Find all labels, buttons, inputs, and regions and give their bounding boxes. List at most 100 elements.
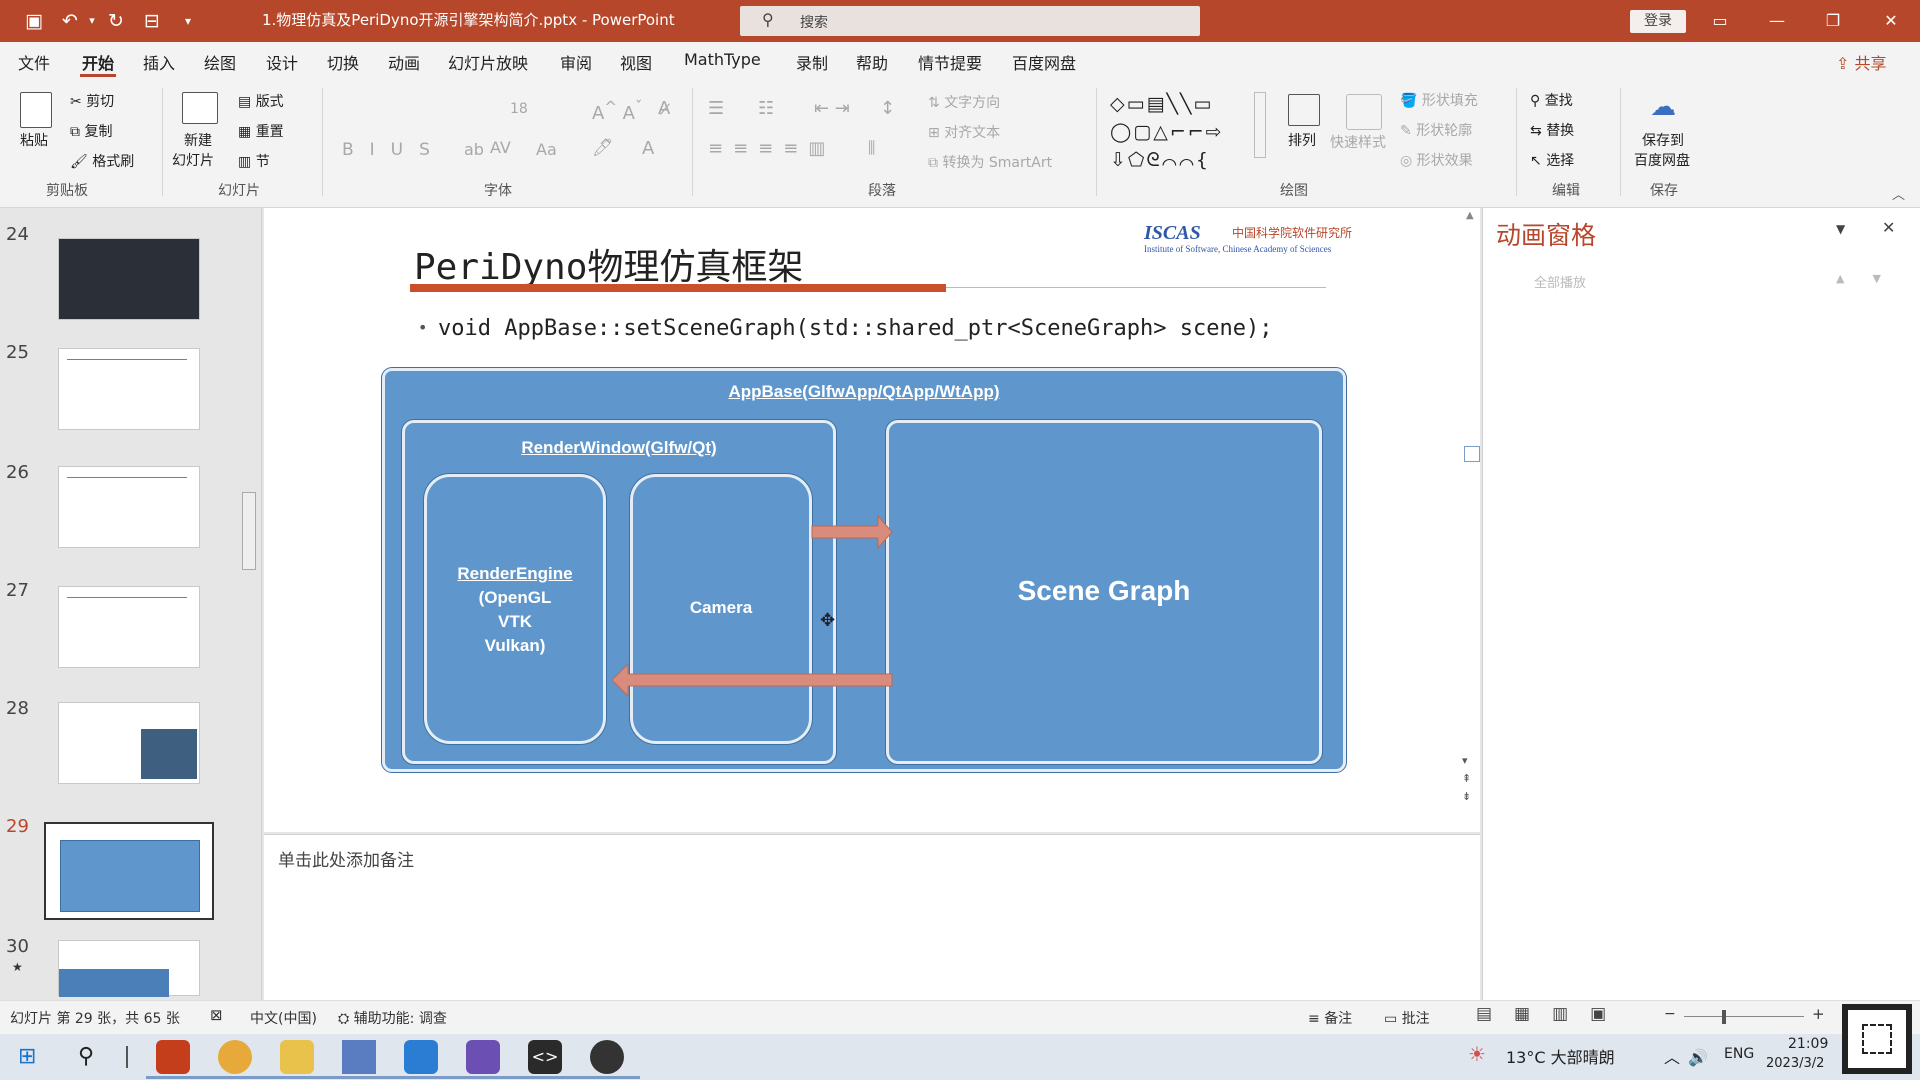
close-button[interactable]: ✕ (1876, 8, 1906, 34)
shape-effects-button[interactable]: ◎ 形状效果 (1400, 150, 1473, 170)
tab-storyboard[interactable]: 情节提要 (918, 50, 982, 74)
tray-icons[interactable]: ︿🔊 (1664, 1044, 1716, 1068)
language-status[interactable]: 中文(中国) (250, 1008, 317, 1028)
thumbnail-scrollbar[interactable] (242, 212, 256, 992)
slide-thumbnail[interactable] (58, 466, 200, 548)
cut-button[interactable]: ✂ 剪切 (70, 91, 114, 111)
reset-button[interactable]: ▦ 重置 (238, 121, 284, 141)
shapes-gallery[interactable]: ◇▭▤╲╲▭ ◯▢△⌐⌐⇨ ⇩⬠ᘓ⌒⌒{ (1110, 90, 1250, 174)
copy-button[interactable]: ⧉ 复制 (70, 121, 112, 141)
play-all-button[interactable]: 全部播放 (1534, 272, 1586, 291)
highlight-icon[interactable]: 🖊 (592, 138, 614, 158)
canvas-scroll-icons[interactable]: ▾ ⇞ ⇟ (1462, 752, 1471, 806)
zoom-in-icon[interactable]: + (1812, 1005, 1825, 1023)
notes-placeholder[interactable]: 单击此处添加备注 (278, 846, 414, 871)
slide-thumbnail[interactable] (58, 702, 200, 784)
tab-mathtype[interactable]: MathType (684, 50, 761, 69)
chrome-app-icon[interactable] (218, 1040, 252, 1074)
ime-indicator[interactable]: ENG (1724, 1046, 1754, 1062)
grow-font-icon[interactable]: A^ Aˇ (592, 98, 642, 124)
bullet-code[interactable]: void AppBase::setSceneGraph(std::shared_… (438, 316, 1272, 341)
taskbar-search-icon[interactable]: ⚲ (78, 1044, 94, 1069)
present-icon[interactable]: ⊟ (140, 9, 164, 33)
scroll-up-icon[interactable]: ▲ (1466, 210, 1474, 221)
new-slide-button[interactable]: 新建 (184, 130, 212, 150)
file-explorer-icon[interactable] (280, 1040, 314, 1074)
tab-animations[interactable]: 动画 (388, 50, 420, 74)
tab-baidu[interactable]: 百度网盘 (1012, 50, 1076, 74)
align-text-button[interactable]: ⊞ 对齐文本 (928, 122, 1000, 142)
tab-file[interactable]: 文件 (18, 50, 50, 74)
spellcheck-icon[interactable]: ⊠ (210, 1006, 223, 1024)
arrange-button[interactable]: 排列 (1288, 130, 1316, 150)
slide-thumbnail[interactable] (58, 940, 200, 997)
text-direction-button[interactable]: ⇅ 文字方向 (928, 92, 1000, 112)
indent-icons[interactable]: ⇤ ⇥ (814, 98, 850, 119)
comments-button[interactable]: ▭ 批注 (1384, 1008, 1430, 1028)
replace-button[interactable]: ⇆ 替换 (1530, 120, 1574, 140)
login-button[interactable]: 登录 (1630, 10, 1686, 33)
paste-button[interactable]: 粘贴 (20, 130, 48, 150)
app-icon[interactable] (590, 1040, 624, 1074)
char-spacing-icon[interactable]: AV (490, 138, 511, 157)
vscode-icon[interactable] (404, 1040, 438, 1074)
baidu-cloud-icon[interactable]: ☁ (1650, 92, 1676, 122)
clock-date[interactable]: 2023/3/2 (1766, 1056, 1824, 1071)
tab-draw[interactable]: 绘图 (204, 50, 236, 74)
alignment-icons[interactable]: ≡≡≡≡▥ (708, 138, 835, 159)
app-icon[interactable] (342, 1040, 376, 1074)
smartart-button[interactable]: ⧉ 转换为 SmartArt (928, 152, 1052, 172)
restore-button[interactable]: ❐ (1818, 8, 1848, 34)
code-app-icon[interactable]: <> (528, 1040, 562, 1074)
ribbon-display-icon[interactable]: ▭ (1705, 8, 1735, 34)
windows-start-icon[interactable]: ⊞ (18, 1044, 36, 1069)
close-pane-icon[interactable]: ✕ (1882, 218, 1895, 237)
tab-home[interactable]: 开始 (82, 50, 114, 74)
zoom-out-icon[interactable]: − (1664, 1006, 1676, 1022)
weather-text[interactable]: 13°C 大部晴朗 (1506, 1044, 1615, 1068)
save-to-baidu-button[interactable]: 保存到 (1642, 130, 1684, 150)
shape-outline-button[interactable]: ✎ 形状轮廓 (1400, 120, 1472, 140)
reorder-icons[interactable]: ▲▼ (1836, 272, 1909, 285)
layout-button[interactable]: ▤ 版式 (238, 91, 284, 111)
new-slide-label[interactable]: 幻灯片 (172, 150, 214, 170)
tab-transitions[interactable]: 切换 (327, 50, 359, 74)
font-style-buttons[interactable]: BIUS (342, 140, 446, 160)
minimize-button[interactable]: — (1762, 8, 1792, 34)
quick-styles-icon[interactable] (1346, 94, 1382, 130)
slide-title[interactable]: PeriDyno物理仿真框架 (414, 238, 803, 290)
save-icon[interactable]: ▣ (22, 9, 46, 33)
tab-view[interactable]: 视图 (620, 50, 652, 74)
view-buttons[interactable]: ▤▦▥▣ (1476, 1004, 1628, 1024)
clock-time[interactable]: 21:09 (1788, 1036, 1828, 1052)
clear-format-icon[interactable]: A̷ (658, 98, 670, 119)
select-button[interactable]: ↖ 选择 (1530, 150, 1574, 170)
share-button[interactable]: ⇪ 共享 (1836, 50, 1887, 74)
pane-options-icon[interactable]: ▼ (1836, 222, 1845, 236)
find-button[interactable]: ⚲ 查找 (1530, 90, 1573, 110)
arrow-camera-to-scene[interactable] (811, 514, 893, 550)
section-button[interactable]: ▥ 节 (238, 151, 270, 171)
zoom-thumb[interactable] (1722, 1010, 1726, 1024)
slide-thumbnail[interactable] (58, 348, 200, 430)
format-painter-button[interactable]: 🖌 格式刷 (70, 151, 134, 171)
new-slide-icon[interactable] (182, 92, 218, 124)
quick-styles-button[interactable]: 快速样式 (1330, 132, 1386, 152)
slide-thumbnail-selected[interactable] (44, 822, 214, 920)
shapes-scroll[interactable] (1254, 92, 1266, 158)
line-spacing-icon[interactable]: ↕ (880, 98, 895, 119)
search-input[interactable]: ⚲ 搜索 (740, 6, 1200, 36)
columns-icon[interactable]: ⫼ (868, 138, 875, 158)
strikethrough-icon[interactable]: ab (464, 140, 484, 159)
tab-help[interactable]: 帮助 (856, 50, 888, 74)
change-case-icon[interactable]: Aa (536, 140, 557, 159)
tab-record[interactable]: 录制 (796, 50, 828, 74)
scroll-thumb[interactable] (242, 492, 256, 570)
tab-review[interactable]: 审阅 (560, 50, 592, 74)
powerpoint-app-icon[interactable] (156, 1040, 190, 1074)
paste-icon[interactable] (20, 92, 52, 128)
visual-studio-icon[interactable] (466, 1040, 500, 1074)
save-to-baidu-label[interactable]: 百度网盘 (1634, 150, 1690, 170)
undo-dropdown-icon[interactable]: ▾ (80, 9, 104, 33)
font-size-field[interactable]: 18 (510, 101, 528, 117)
